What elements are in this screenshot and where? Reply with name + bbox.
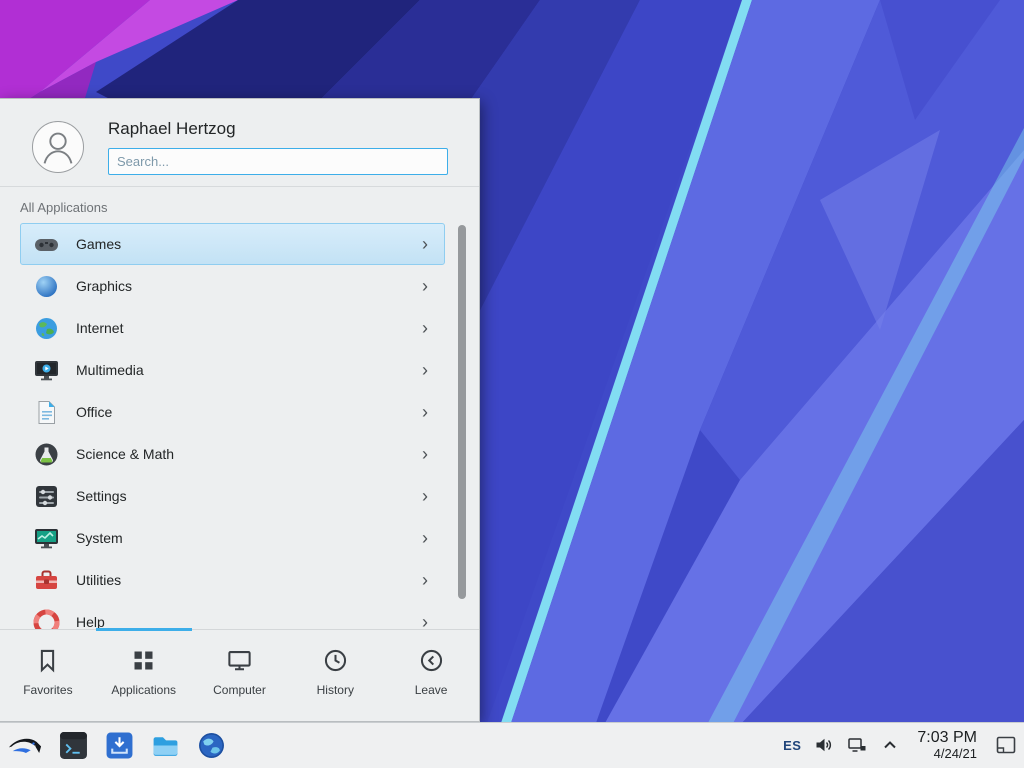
settings-icon xyxy=(33,483,60,510)
category-list: Games › Graphics › Internet › Multimedia… xyxy=(0,223,479,631)
chevron-right-icon: › xyxy=(422,403,428,421)
user-name: Raphael Hertzog xyxy=(108,119,236,139)
launcher-header: Raphael Hertzog xyxy=(0,99,479,187)
tab-applications[interactable]: Applications xyxy=(96,630,192,721)
tab-label: Favorites xyxy=(23,683,72,697)
bookmark-icon xyxy=(34,647,61,674)
speaker-icon xyxy=(814,735,834,755)
category-utilities[interactable]: Utilities › xyxy=(20,559,445,601)
document-icon xyxy=(33,399,60,426)
network-button[interactable] xyxy=(847,735,867,755)
category-label: Games xyxy=(76,236,121,252)
tab-computer[interactable]: Computer xyxy=(192,630,288,721)
show-desktop-icon xyxy=(996,736,1016,754)
computer-icon xyxy=(226,647,253,674)
grid-icon xyxy=(130,647,157,674)
network-icon xyxy=(847,735,867,755)
category-label: Science & Math xyxy=(76,446,174,462)
scrollbar[interactable] xyxy=(458,223,466,629)
gamepad-icon xyxy=(33,231,60,258)
clock-time: 7:03 PM xyxy=(917,729,977,747)
web-browser-task-button[interactable] xyxy=(197,731,226,760)
avatar[interactable] xyxy=(32,121,84,173)
category-help[interactable]: Help › xyxy=(20,601,445,631)
category-label: Settings xyxy=(76,488,127,504)
tab-label: Leave xyxy=(415,683,448,697)
show-desktop-button[interactable] xyxy=(994,733,1018,757)
chevron-right-icon: › xyxy=(422,361,428,379)
system-monitor-icon xyxy=(33,525,60,552)
desktop: Raphael Hertzog All Applications Games ›… xyxy=(0,0,1024,768)
toolbox-icon xyxy=(33,567,60,594)
tab-label: History xyxy=(317,683,354,697)
scrollbar-thumb[interactable] xyxy=(458,225,466,599)
globe-icon xyxy=(33,315,60,342)
category-system[interactable]: System › xyxy=(20,517,445,559)
digital-clock[interactable]: 7:03 PM 4/24/21 xyxy=(917,729,977,762)
leave-icon xyxy=(418,647,445,674)
category-label: Internet xyxy=(76,320,123,336)
clock-date: 4/24/21 xyxy=(917,747,977,762)
chevron-right-icon: › xyxy=(422,277,428,295)
search-input[interactable] xyxy=(108,148,448,175)
category-settings[interactable]: Settings › xyxy=(20,475,445,517)
chevron-right-icon: › xyxy=(422,529,428,547)
category-internet[interactable]: Internet › xyxy=(20,307,445,349)
keyboard-layout-indicator[interactable]: ES xyxy=(783,738,801,753)
chevron-right-icon: › xyxy=(422,319,428,337)
category-label: System xyxy=(76,530,123,546)
category-games[interactable]: Games › xyxy=(20,223,445,265)
application-launcher-menu: Raphael Hertzog All Applications Games ›… xyxy=(0,98,480,722)
category-label: Graphics xyxy=(76,278,132,294)
category-label: Multimedia xyxy=(76,362,144,378)
folder-icon xyxy=(151,731,180,760)
category-science-math[interactable]: Science & Math › xyxy=(20,433,445,475)
file-manager-task-button[interactable] xyxy=(151,731,180,760)
web-browser-icon xyxy=(197,731,226,760)
terminal-task-button[interactable] xyxy=(59,731,88,760)
category-label: Utilities xyxy=(76,572,121,588)
taskbar: ES 7:03 PM 4/24 xyxy=(0,722,1024,768)
media-monitor-icon xyxy=(33,357,60,384)
category-multimedia[interactable]: Multimedia › xyxy=(20,349,445,391)
tab-label: Computer xyxy=(213,683,266,697)
kali-logo-icon xyxy=(8,731,42,760)
volume-button[interactable] xyxy=(814,735,834,755)
software-center-task-button[interactable] xyxy=(105,731,134,760)
category-office[interactable]: Office › xyxy=(20,391,445,433)
clock-icon xyxy=(322,647,349,674)
app-launcher-button[interactable] xyxy=(8,731,42,760)
software-center-icon xyxy=(105,731,134,760)
flask-icon xyxy=(33,441,60,468)
sphere-icon xyxy=(33,273,60,300)
help-icon xyxy=(33,609,60,632)
category-label: Office xyxy=(76,404,112,420)
launcher-tabbar: Favorites Applications Computer History … xyxy=(0,629,479,721)
tab-label: Applications xyxy=(111,683,176,697)
chevron-right-icon: › xyxy=(422,571,428,589)
system-tray: ES 7:03 PM 4/24 xyxy=(783,729,1018,762)
category-graphics[interactable]: Graphics › xyxy=(20,265,445,307)
tab-leave[interactable]: Leave xyxy=(383,630,479,721)
chevron-right-icon: › xyxy=(422,487,428,505)
terminal-icon xyxy=(59,731,88,760)
tray-expander-button[interactable] xyxy=(880,735,900,755)
taskbar-left xyxy=(8,731,226,760)
section-label: All Applications xyxy=(20,200,107,215)
caret-up-icon xyxy=(880,735,900,755)
tab-history[interactable]: History xyxy=(287,630,383,721)
tab-favorites[interactable]: Favorites xyxy=(0,630,96,721)
chevron-right-icon: › xyxy=(422,445,428,463)
chevron-right-icon: › xyxy=(422,235,428,253)
